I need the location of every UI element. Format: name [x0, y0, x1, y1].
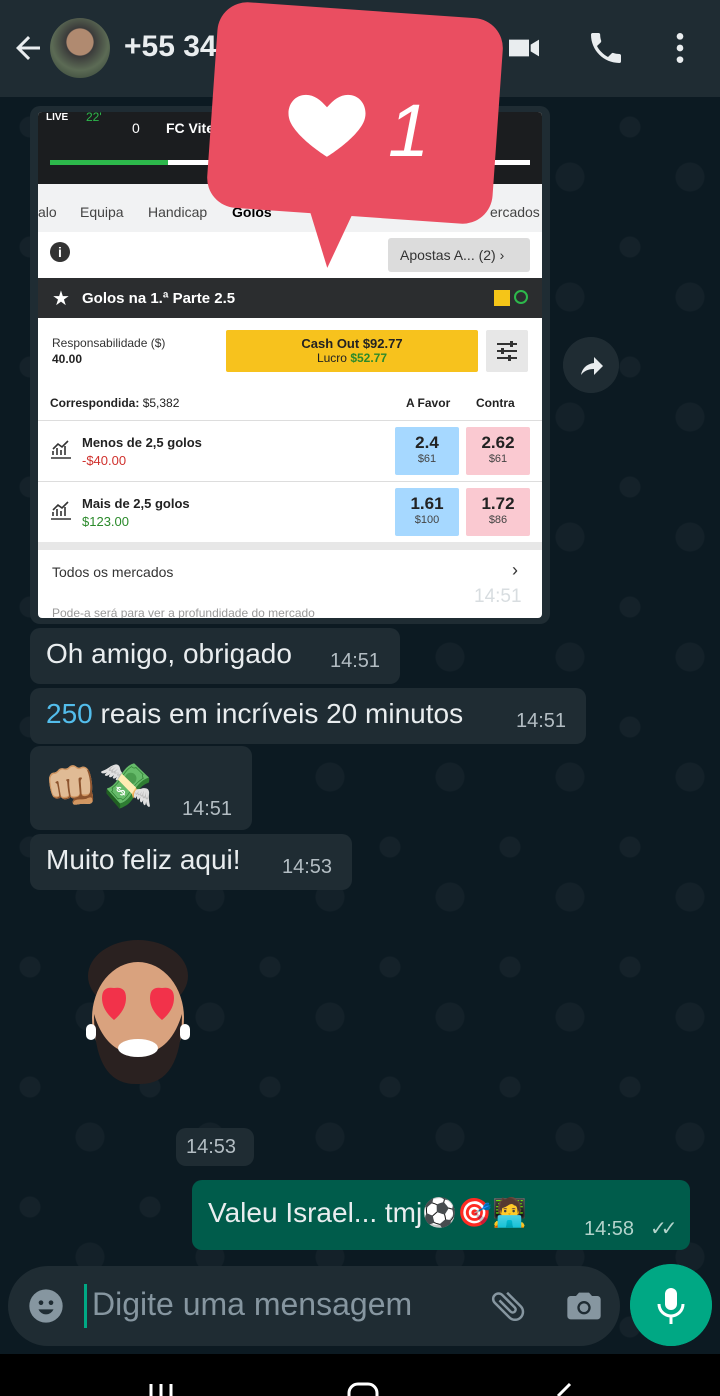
message-time: 14:51 [330, 650, 381, 672]
message-input[interactable]: Digite uma mensagem [92, 1286, 412, 1323]
message-text: 250 reais em incríveis 20 minutos [46, 698, 464, 729]
forward-icon[interactable] [563, 337, 619, 393]
like-count: 1 [388, 89, 430, 172]
message-text: Valeu Israel... tmj⚽🎯🧑‍💻 [208, 1197, 527, 1228]
read-ticks-icon: ✓✓ [650, 1218, 677, 1240]
team-name: FC Vite [166, 120, 214, 136]
attach-icon[interactable] [488, 1286, 528, 1326]
message-time: 14:51 [182, 798, 233, 820]
back-odds: 2.4 $61 [395, 427, 459, 475]
message-time: 14:53 [186, 1136, 237, 1158]
tab-item: Equipa [80, 204, 124, 220]
selection-pl: -$40.00 [82, 453, 127, 468]
message-bubble[interactable]: 250 reais em incríveis 20 minutos 14:51 [30, 688, 586, 744]
info-row: i Apostas A... (2) › [38, 232, 542, 278]
tab-item: ercados [490, 204, 540, 220]
clock-icon [514, 290, 528, 304]
message-text: Muito feliz aqui! [46, 844, 241, 875]
message-time: 14:51 [516, 710, 567, 732]
system-navigation-bar [0, 1354, 720, 1396]
responsibility-row: Responsabilidade ($) 40.00 Cash Out $92.… [38, 318, 542, 386]
emoji-icon[interactable] [26, 1286, 66, 1326]
tab-item: alo [38, 204, 57, 220]
selection-name: Mais de 2,5 golos [82, 496, 190, 511]
message-time: 14:51 [474, 586, 522, 607]
phone-icon[interactable] [586, 28, 626, 68]
heart-icon [288, 94, 366, 157]
more-icon[interactable] [660, 28, 700, 68]
message-bubble[interactable]: Oh amigo, obrigado 14:51 [30, 628, 400, 684]
message-composer[interactable]: Digite uma mensagem [8, 1266, 620, 1346]
selection-name: Menos de 2,5 golos [82, 435, 202, 450]
selection-row: Menos de 2,5 golos -$40.00 2.4 $61 2.62 $6… [38, 420, 542, 481]
microphone-icon[interactable] [630, 1264, 712, 1346]
tab-item: Handicap [148, 204, 208, 220]
info-icon: i [50, 242, 70, 262]
message-bubble[interactable]: Muito feliz aqui! 14:53 [30, 834, 352, 890]
emoji-text: 👊🏼💸 [44, 762, 154, 811]
message-text: Oh amigo, obrigado [46, 638, 292, 669]
lay-odds: 1.72 $86 [466, 488, 530, 536]
bets-button: Apostas A... (2) › [388, 238, 530, 272]
home-icon[interactable] [346, 1382, 380, 1396]
matched-row: Correspondida: $5,382 A Favor Contra [38, 386, 542, 420]
responsibility-label: Responsabilidade ($) [52, 336, 166, 350]
avatar[interactable] [50, 18, 110, 78]
message-bubble[interactable]: 👊🏼💸 14:51 [30, 746, 252, 830]
back-nav-icon[interactable] [552, 1382, 576, 1396]
live-minute: 22' [86, 112, 102, 124]
back-arrow-icon[interactable] [10, 30, 46, 66]
lay-column-header: Contra [476, 396, 515, 410]
cut-off-text: Pode-a será para ver a profundidade do m… [52, 606, 315, 618]
outgoing-message-bubble[interactable]: Valeu Israel... tmj⚽🎯🧑‍💻 14:58 ✓✓ [192, 1180, 690, 1250]
chart-icon [51, 440, 71, 459]
chevron-right-icon: › [512, 560, 518, 580]
cashout-icon [494, 290, 510, 306]
recent-apps-icon[interactable] [146, 1382, 176, 1396]
video-call-icon[interactable] [504, 28, 544, 68]
message-time: 14:53 [282, 856, 333, 878]
message-time: 14:58 [584, 1218, 635, 1240]
score: 0 [132, 120, 140, 136]
selection-row: Mais de 2,5 golos $123.00 1.61 $100 1.72 $… [38, 481, 542, 542]
live-label: LIVE [46, 112, 69, 123]
text-cursor [84, 1284, 87, 1328]
match-progress [50, 160, 168, 165]
like-badge-tail [297, 188, 363, 270]
responsibility-value: 40.00 [52, 352, 83, 366]
time-pill: 14:53 [176, 1128, 254, 1166]
all-markets-row: Todos os mercados › [38, 542, 542, 594]
lay-odds: 2.62 $61 [466, 427, 530, 475]
contact-name[interactable]: +55 34 [124, 30, 217, 64]
star-icon: ★ [52, 288, 70, 310]
market-header: ★ Golos na 1.ª Parte 2.5 [38, 278, 542, 318]
back-odds: 1.61 $100 [395, 488, 459, 536]
cashout-button: Cash Out $92.77 Lucro $52.77 [226, 330, 478, 372]
matched-amount: Correspondida: $5,382 [50, 396, 180, 410]
memoji-sticker[interactable] [80, 936, 196, 1086]
back-column-header: A Favor [406, 396, 451, 410]
market-title: Golos na 1.ª Parte 2.5 [82, 290, 236, 307]
settings-icon [486, 330, 528, 372]
all-markets-label: Todos os mercados [52, 564, 174, 580]
chart-icon [51, 501, 71, 520]
selection-pl: $123.00 [82, 514, 129, 529]
camera-icon[interactable] [564, 1286, 604, 1326]
